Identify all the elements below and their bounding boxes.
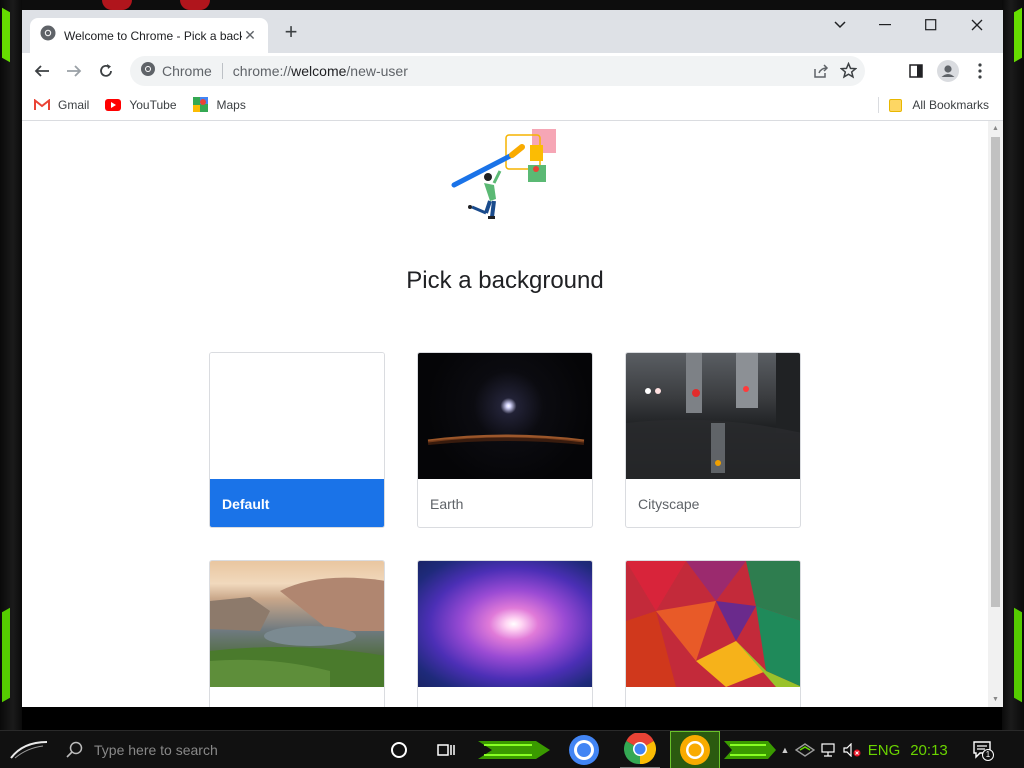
desktop-frame-left [0,0,22,730]
task-view-icon[interactable] [432,731,460,768]
tab-close-icon[interactable]: ✕ [242,27,258,44]
background-label: Landscape [210,687,384,707]
active-tab[interactable]: Welcome to Chrome - Pick a background ✕ [30,18,268,53]
page-title: Pick a background [406,267,604,294]
page-content: Pick a background Default Earth Cityscap… [22,121,988,707]
background-label: Geometric shapes [626,687,800,707]
gmail-icon [34,98,50,112]
forward-button[interactable] [58,55,90,87]
background-option-default[interactable]: Default [209,352,385,528]
taskbar-search[interactable]: Type here to search [58,731,376,768]
desktop-frame-top [22,0,1002,10]
bookmarks-bar: Gmail YouTube Maps All Bookmarks [22,89,1003,121]
tray-expand-icon[interactable]: ▲ [780,731,790,768]
background-label: Default [210,479,384,527]
new-tab-button[interactable]: + [280,21,302,44]
notification-count-badge: 1 [982,749,994,761]
scroll-down-icon[interactable]: ▼ [992,696,999,703]
start-button[interactable] [6,731,52,768]
tab-search-button[interactable] [817,10,863,40]
background-option-cityscape[interactable]: Cityscape [625,352,801,528]
url-text: chrome://welcome/new-user [232,63,408,79]
background-option-landscape[interactable]: Landscape [209,560,385,707]
background-label: Art [418,687,592,707]
earth-thumbnail [418,353,592,479]
close-window-button[interactable] [954,10,1000,40]
chrome-favicon-icon [40,25,56,46]
chrome-taskbar-icon[interactable] [564,731,604,768]
art-thumbnail [418,561,592,687]
game-tray-icon[interactable] [794,731,816,768]
chrome-active-taskbar-icon[interactable] [620,731,660,768]
network-icon[interactable] [820,731,838,768]
side-panel-button[interactable] [900,55,932,87]
title-bar: Welcome to Chrome - Pick a background ✕ … [22,10,1003,53]
site-label: Chrome [162,63,212,79]
chrome-canary-taskbar-icon[interactable] [670,731,720,768]
address-bar[interactable]: Chrome chrome://welcome/new-user [130,56,865,86]
background-label: Cityscape [638,496,700,512]
background-option-art[interactable]: Art [417,560,593,707]
notification-center-icon[interactable] [968,731,998,768]
desktop-frame-right [1002,0,1024,730]
folder-icon [889,98,903,112]
toolbar: Chrome chrome://welcome/new-user [22,53,1003,89]
reload-button[interactable] [90,55,122,87]
menu-kebab-icon[interactable] [964,55,996,87]
youtube-icon [105,98,122,112]
language-indicator[interactable]: ENG [864,731,904,768]
share-icon[interactable] [813,63,829,84]
bookmark-maps[interactable]: Maps [193,97,246,112]
tab-title: Welcome to Chrome - Pick a background [64,28,242,43]
bookmarks-divider [878,97,880,113]
profile-avatar-icon[interactable] [932,55,964,87]
taskbar: Type here to search ▲ ENG 20:13 1 [0,730,1024,768]
search-icon [66,740,84,761]
chrome-site-icon [140,61,156,82]
minimize-button[interactable] [862,10,908,40]
search-placeholder: Type here to search [94,742,218,758]
browser-window: Welcome to Chrome - Pick a background ✕ … [22,10,1003,707]
landscape-thumbnail [210,561,384,687]
cityscape-thumbnail [626,353,800,479]
geometric-shapes-thumbnail [626,561,800,687]
clock[interactable]: 20:13 [906,731,952,768]
bookmark-star-icon[interactable] [839,61,858,84]
back-button[interactable] [26,55,58,87]
volume-muted-icon[interactable] [842,731,862,768]
bookmark-gmail[interactable]: Gmail [34,98,89,112]
vertical-scrollbar[interactable]: ▲ ▼ [988,121,1003,707]
maximize-button[interactable] [908,10,954,40]
omnibox-divider [221,63,223,79]
default-thumbnail [210,353,384,479]
maps-icon [193,97,209,112]
all-bookmarks-button[interactable]: All Bookmarks [878,97,989,113]
background-label: Earth [430,496,464,512]
cortana-icon[interactable] [385,731,413,768]
background-option-geometric-shapes[interactable]: Geometric shapes [625,560,801,707]
taskbar-decoration-left [476,731,556,768]
scrollbar-thumb[interactable] [991,137,1000,607]
background-option-earth[interactable]: Earth [417,352,593,528]
scroll-up-icon[interactable]: ▲ [992,125,999,132]
bookmark-youtube[interactable]: YouTube [105,98,177,112]
welcome-illustration [450,125,560,234]
taskbar-decoration-right [722,731,778,768]
